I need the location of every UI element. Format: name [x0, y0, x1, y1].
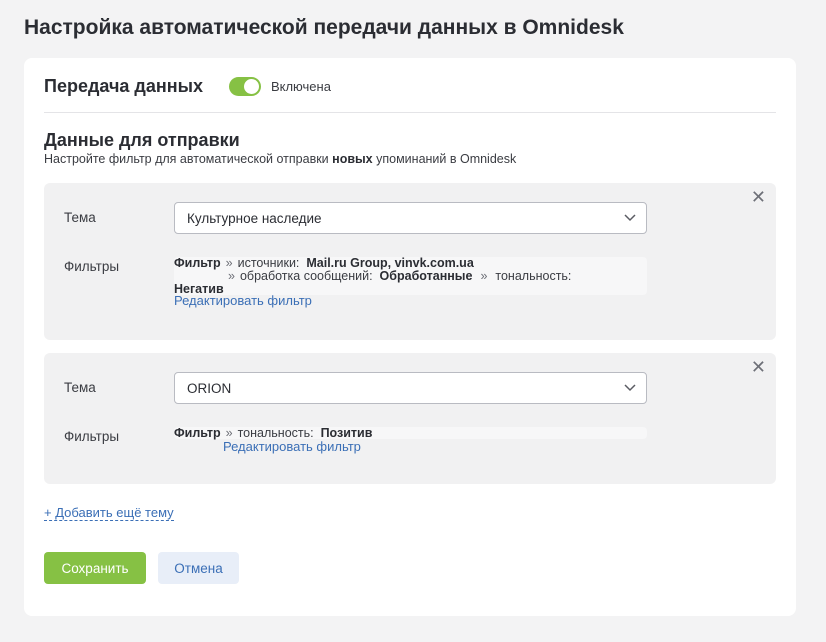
toggle-label: Включена	[270, 78, 331, 94]
settings-card: Передача данных Включена Данные для отпр…	[24, 58, 796, 616]
sources-value: Mail.ru Group, vinvk.com.ua	[306, 256, 474, 270]
toggle-knob	[243, 78, 259, 94]
transfer-title: Передача данных	[44, 75, 203, 96]
close-icon[interactable]: ✕	[751, 188, 766, 206]
processing-label: обработка сообщений:	[239, 269, 373, 283]
topic-select-value: ORION	[187, 380, 232, 396]
add-topic-link[interactable]: + Добавить ещё тему	[44, 505, 174, 521]
topic-select[interactable]: ORION	[174, 372, 647, 404]
transfer-row: Передача данных Включена	[44, 74, 331, 98]
topic-block: ✕ Тема ORION Фильтры Фильтр » тональность:…	[44, 353, 776, 484]
edit-filter-link[interactable]: Редактировать фильтр	[223, 439, 361, 454]
separator: »	[225, 426, 233, 440]
sources-label: источники:	[237, 256, 300, 270]
edit-filter-link[interactable]: Редактировать фильтр	[174, 293, 312, 308]
subtitle-bold: новых	[332, 152, 373, 166]
chevron-down-icon	[624, 214, 636, 222]
filter-summary: Фильтр» источники: Mail.ru Group, vinvk.c…	[174, 256, 647, 296]
tonality-label: тональность:	[237, 426, 314, 440]
filter-line-2: » обработка сообщений: Обработанные » тонал…	[228, 270, 571, 283]
topic-select-value: Культурное наследие	[187, 210, 322, 226]
send-section-subtitle: Настройте фильтр для автоматической отпр…	[44, 152, 516, 166]
tonality-label: тональность:	[495, 269, 572, 283]
divider	[44, 112, 776, 113]
separator: »	[228, 269, 235, 283]
tonality-value: Позитив	[320, 426, 373, 440]
save-button[interactable]: Сохранить	[44, 552, 146, 584]
topic-select[interactable]: Культурное наследие	[174, 202, 647, 234]
chevron-down-icon	[624, 384, 636, 392]
separator: »	[480, 269, 488, 283]
subtitle-text: Настройте фильтр для автоматической отпр…	[44, 152, 333, 166]
page-title: Настройка автоматической передачи данных…	[24, 16, 624, 39]
topic-label: Тема	[64, 210, 96, 225]
transfer-toggle[interactable]	[228, 76, 261, 96]
subtitle-text-end: упоминаний в Omnidesk	[372, 152, 517, 166]
filters-label: Фильтры	[64, 429, 120, 444]
cancel-button[interactable]: Отмена	[158, 552, 239, 584]
filter-word: Фильтр	[174, 256, 221, 270]
topic-block: ✕ Тема Культурное наследие Фильтры Фильт…	[44, 183, 776, 340]
topic-label: Тема	[64, 380, 96, 395]
filter-word: Фильтр	[174, 426, 221, 440]
filter-summary: Фильтр » тональность: Позитив	[174, 426, 647, 440]
filters-label: Фильтры	[64, 259, 120, 274]
separator: »	[225, 256, 233, 270]
close-icon[interactable]: ✕	[751, 358, 766, 376]
send-section-title: Данные для отправки	[44, 130, 240, 150]
processing-value: Обработанные	[379, 269, 473, 283]
